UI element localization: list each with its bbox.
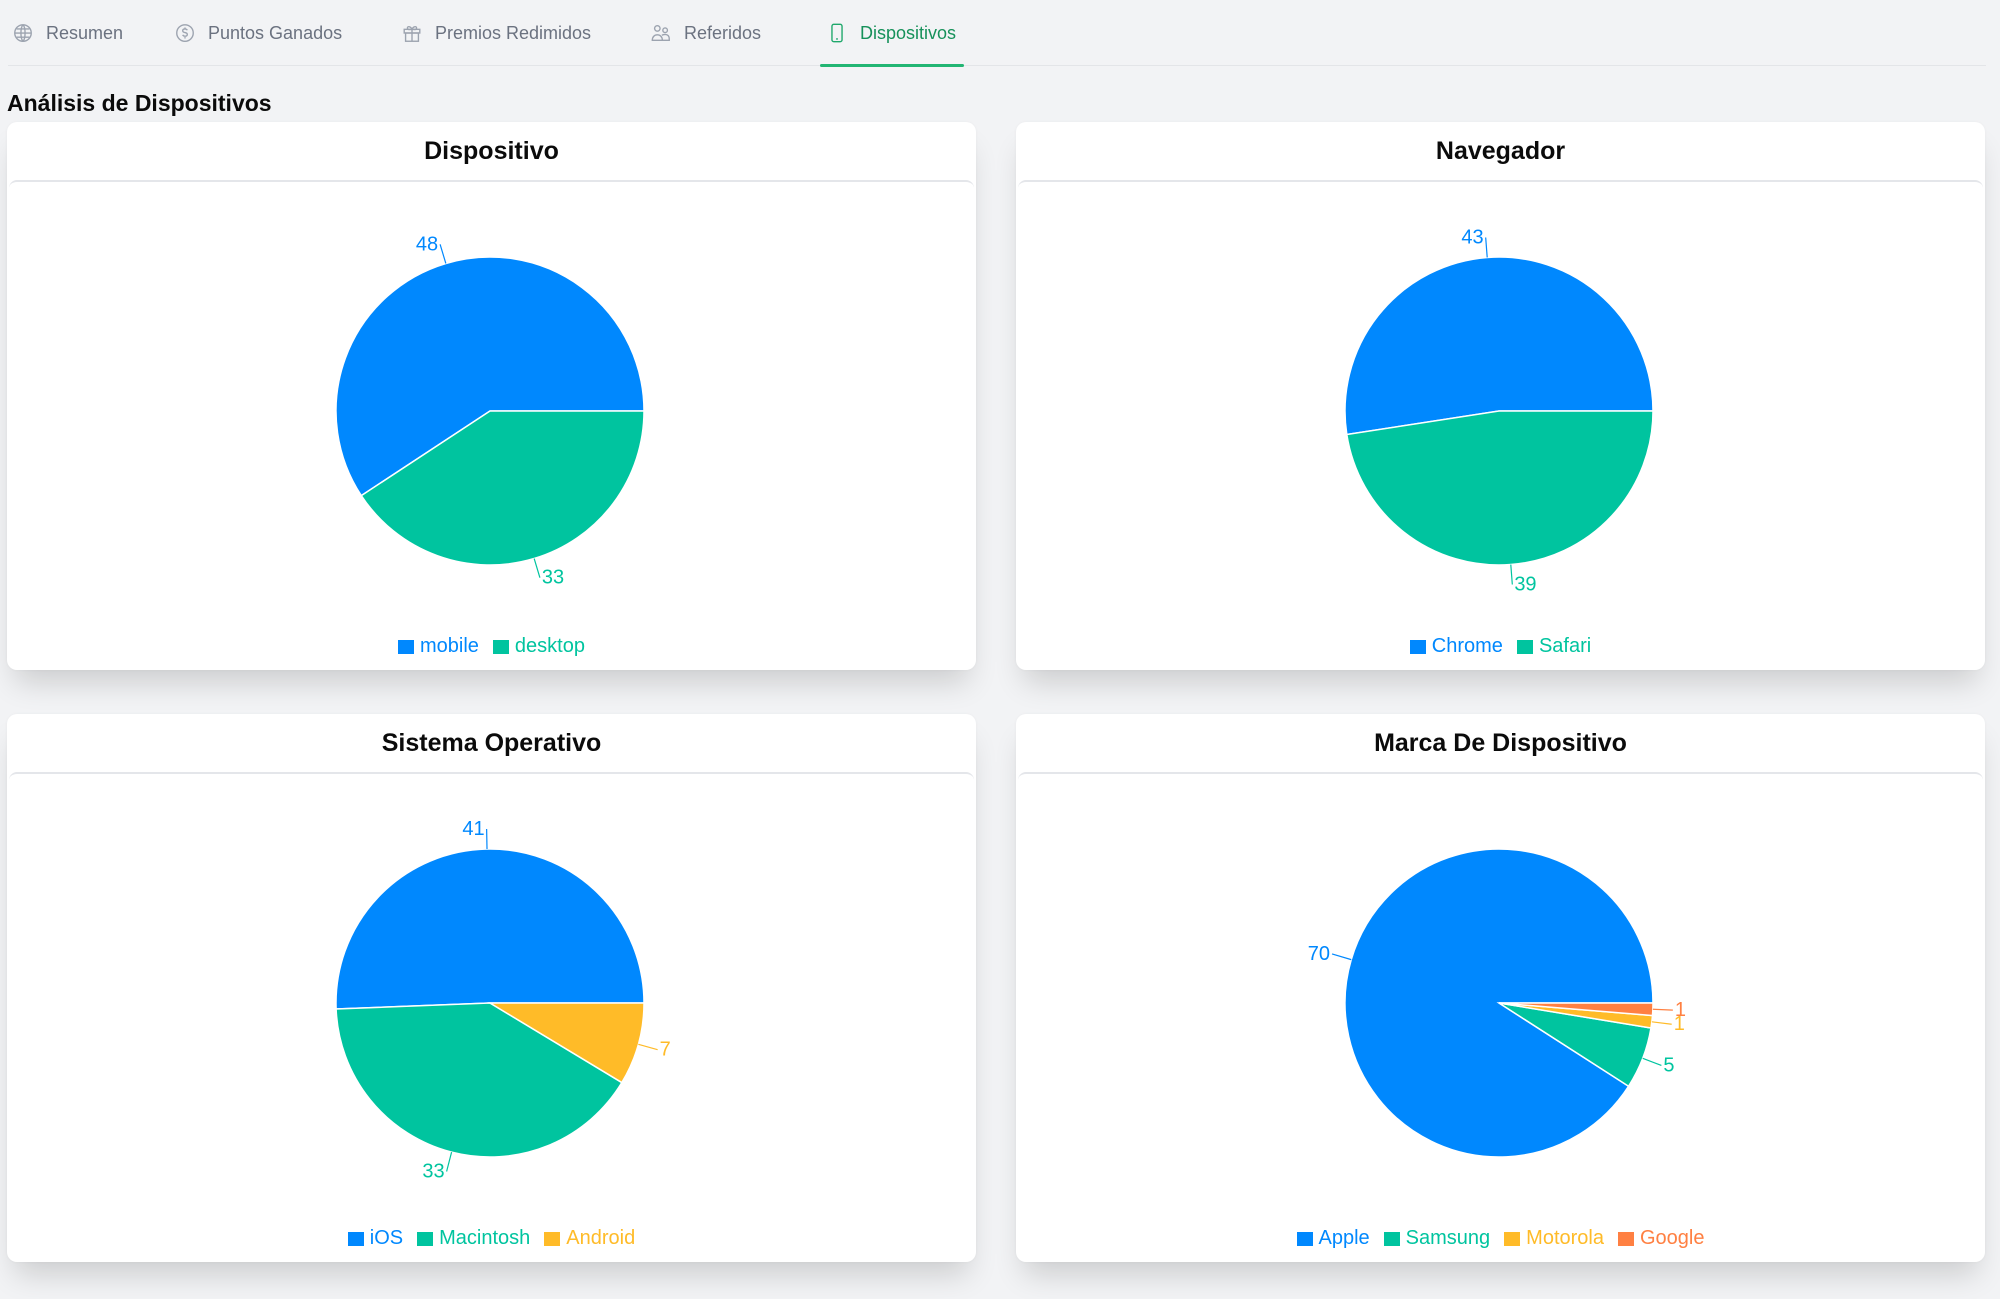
legend-item-android[interactable]: Android <box>544 1227 635 1250</box>
legend-label: Apple <box>1318 1227 1370 1249</box>
tab-puntos-ganados[interactable]: Puntos Ganados <box>174 0 342 66</box>
label-line-motorola <box>1651 1021 1672 1025</box>
legend-label: iOS <box>369 1227 404 1249</box>
legend-swatch <box>1617 1231 1634 1246</box>
chart-title: Marca De Dispositivo <box>1374 728 1627 757</box>
legend-swatch <box>347 1231 364 1246</box>
legend-label: Macintosh <box>439 1227 531 1249</box>
slice-value-label: 33 <box>542 567 564 589</box>
legend-item-ios[interactable]: iOS <box>347 1227 404 1250</box>
label-line-android <box>638 1043 658 1051</box>
legend-label: desktop <box>514 635 585 657</box>
legend-swatch <box>398 639 414 654</box>
tab-premios-redimidos[interactable]: Premios Redimidos <box>401 0 591 66</box>
slice-value-label: 7 <box>660 1039 671 1061</box>
tab-resumen[interactable]: Resumen <box>12 0 123 66</box>
chart-card-navegador: Navegador 43 39 Chrome Safari <box>1016 122 1985 670</box>
pie-slice-ios[interactable] <box>335 848 645 1010</box>
tab-bar: Resumen Puntos Ganados Premios Redimidos… <box>8 0 1986 67</box>
tab-label: Dispositivos <box>860 22 957 43</box>
chart-legend: Chrome Safari <box>1018 635 1983 658</box>
pie-chart: 43 39 <box>1344 227 1654 595</box>
label-line-samsung <box>1642 1057 1662 1067</box>
users-icon <box>651 24 670 42</box>
pie-slice-chrome[interactable] <box>1344 256 1654 436</box>
slice-value-label: 5 <box>1663 1054 1674 1076</box>
chart-body: 48 33 mobile desktop <box>9 180 974 670</box>
label-line-mobile <box>439 244 447 264</box>
legend-item-chrome[interactable]: Chrome <box>1409 635 1503 658</box>
legend-item-mobile[interactable]: mobile <box>398 635 479 658</box>
globe-icon <box>14 24 32 42</box>
legend-label: Chrome <box>1431 635 1503 657</box>
chart-body: 41 33 7 iOS Macintosh Android <box>9 772 974 1262</box>
slice-value-label: 1 <box>1675 999 1686 1021</box>
label-line-apple <box>1331 953 1352 961</box>
legend-label: Android <box>566 1227 636 1249</box>
legend-item-apple[interactable]: Apple <box>1296 1227 1370 1250</box>
legend-swatch <box>417 1231 434 1246</box>
legend-swatch <box>1296 1231 1313 1246</box>
slice-value-label: 41 <box>462 818 484 840</box>
chart-legend: mobile desktop <box>9 635 974 658</box>
page-title: Análisis de Dispositivos <box>7 90 272 116</box>
chart-card-sistema-operativo: Sistema Operativo 41 33 7 iOS Macintosh Andr… <box>7 714 976 1262</box>
legend-swatch <box>544 1231 561 1246</box>
chart-body: 70 5 1 1 Apple Samsung Motorola Google <box>1018 772 1983 1262</box>
legend-label: Safari <box>1538 635 1592 657</box>
legend-item-google[interactable]: Google <box>1617 1227 1705 1250</box>
slice-value-label: 43 <box>1461 227 1483 249</box>
tab-label: Resumen <box>46 22 124 43</box>
tab-label: Puntos Ganados <box>208 22 343 43</box>
tab-dispositivos[interactable]: Dispositivos <box>819 0 965 67</box>
legend-item-desktop[interactable]: desktop <box>492 635 585 658</box>
slice-value-label: 48 <box>416 233 438 255</box>
chart-card-dispositivo: Dispositivo 48 33 mobile desktop <box>7 122 976 670</box>
legend-swatch <box>1409 639 1426 654</box>
legend-label: Motorola <box>1526 1227 1604 1249</box>
legend-item-motorola[interactable]: Motorola <box>1504 1227 1604 1250</box>
chart-body: 43 39 Chrome Safari <box>1018 180 1983 670</box>
chart-title: Navegador <box>1435 136 1566 165</box>
slice-value-label: 70 <box>1308 943 1330 965</box>
chart-title: Sistema Operativo <box>381 728 602 757</box>
legend-label: Samsung <box>1405 1227 1491 1249</box>
label-line-chrome <box>1485 237 1488 258</box>
gift-icon <box>403 25 421 42</box>
tab-referidos[interactable]: Referidos <box>650 0 761 66</box>
pie-chart: 48 33 <box>335 233 645 589</box>
slice-value-label: 39 <box>1514 573 1536 595</box>
label-line-safari <box>1510 564 1513 585</box>
legend-swatch <box>1383 1231 1400 1246</box>
legend-swatch <box>1504 1231 1521 1246</box>
legend-item-samsung[interactable]: Samsung <box>1383 1227 1491 1250</box>
smartphone-icon <box>831 23 843 43</box>
chart-legend: iOS Macintosh Android <box>9 1227 974 1250</box>
chart-title: Dispositivo <box>424 136 559 165</box>
legend-item-macintosh[interactable]: Macintosh <box>417 1227 530 1250</box>
pie-chart: 70511 <box>1308 848 1686 1158</box>
label-line-macintosh <box>446 1151 453 1172</box>
legend-label: mobile <box>420 635 479 657</box>
legend-item-safari[interactable]: Safari <box>1516 635 1592 658</box>
tab-label: Premios Redimidos <box>435 22 592 43</box>
slice-value-label: 33 <box>422 1160 444 1182</box>
dollar-circle-icon <box>176 24 194 42</box>
legend-swatch <box>492 639 509 654</box>
label-line-google <box>1652 1008 1673 1011</box>
legend-label: Google <box>1639 1227 1705 1249</box>
chart-legend: Apple Samsung Motorola Google <box>1018 1227 1983 1250</box>
pie-chart: 41 33 7 <box>335 818 671 1182</box>
tab-label: Referidos <box>684 22 762 43</box>
label-line-desktop <box>533 558 541 578</box>
pie-slice-safari[interactable] <box>1345 410 1654 566</box>
chart-card-marca-de-dispositivo: Marca De Dispositivo 70 5 1 1 Apple Samsung M… <box>1016 714 1985 1262</box>
legend-swatch <box>1516 639 1533 654</box>
